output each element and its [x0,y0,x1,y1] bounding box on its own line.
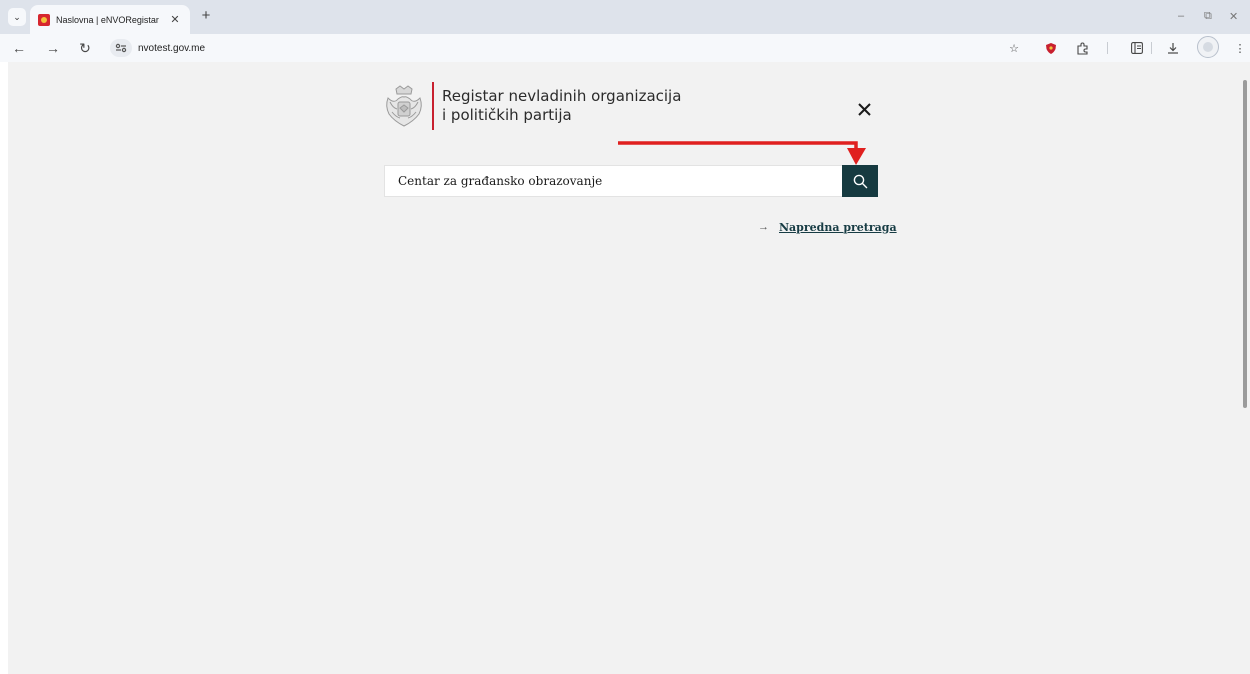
logo-title-line-2: i političkih partija [442,106,572,124]
coat-of-arms-icon [386,85,422,127]
page-scrollbar[interactable] [1240,62,1250,674]
forward-arrow-icon[interactable]: → [42,38,64,58]
download-icon[interactable] [1164,39,1182,57]
logo-title-line-1: Registar nevladinih organizacija [442,87,682,105]
search-input[interactable] [385,166,842,196]
browser-toolbar: ← → ↻ nvotest.gov.me ☆ ⋮ [0,34,1250,62]
arrow-right-icon: → [758,221,769,233]
search-icon [853,174,867,188]
browser-tab-active[interactable]: Naslovna | eNVORegistar ✕ [30,5,190,34]
address-bar[interactable]: nvotest.gov.me [110,37,1030,59]
extension-shield-icon[interactable] [1042,39,1060,57]
reload-icon[interactable]: ↻ [74,38,96,58]
scrollbar-thumb[interactable] [1243,80,1247,408]
new-tab-plus-icon[interactable]: + [197,8,215,26]
side-panel-icon[interactable] [1128,39,1146,57]
toolbar-divider [1107,42,1108,54]
bookmark-star-icon[interactable]: ☆ [1005,39,1023,57]
close-search-button[interactable] [852,97,876,121]
tab-title: Naslovna | eNVORegistar [56,14,159,25]
page-viewport: Registar nevladinih organizacija i polit… [8,62,1240,674]
profile-avatar[interactable] [1197,36,1219,58]
logo-divider [432,82,434,130]
window-close-icon[interactable]: ✕ [1229,10,1238,23]
advanced-search-link-row: → Napredna pretraga [758,219,897,235]
back-arrow-icon[interactable]: ← [8,38,30,58]
annotation-red-arrow [618,141,866,165]
url-text: nvotest.gov.me [138,42,206,54]
toolbar-divider [1151,42,1152,54]
search-bar [384,165,878,197]
browser-tab-bar: ⌄ Naslovna | eNVORegistar ✕ + – ⧉ ✕ [0,0,1250,34]
tab-close-icon[interactable]: ✕ [168,13,182,26]
extensions-puzzle-icon[interactable] [1073,39,1091,57]
site-logo-title[interactable]: Registar nevladinih organizacija i polit… [442,87,681,125]
close-icon [857,102,871,116]
restore-icon[interactable]: ⧉ [1204,10,1212,23]
site-favicon-icon [38,13,50,26]
tab-list-chevron-icon[interactable]: ⌄ [8,8,26,26]
browser-menu-kebab-icon[interactable]: ⋮ [1231,39,1249,57]
site-settings-icon[interactable] [110,39,132,57]
advanced-search-link[interactable]: Napredna pretraga [779,221,897,234]
minimize-icon[interactable]: – [1178,10,1184,22]
search-button[interactable] [842,165,878,197]
